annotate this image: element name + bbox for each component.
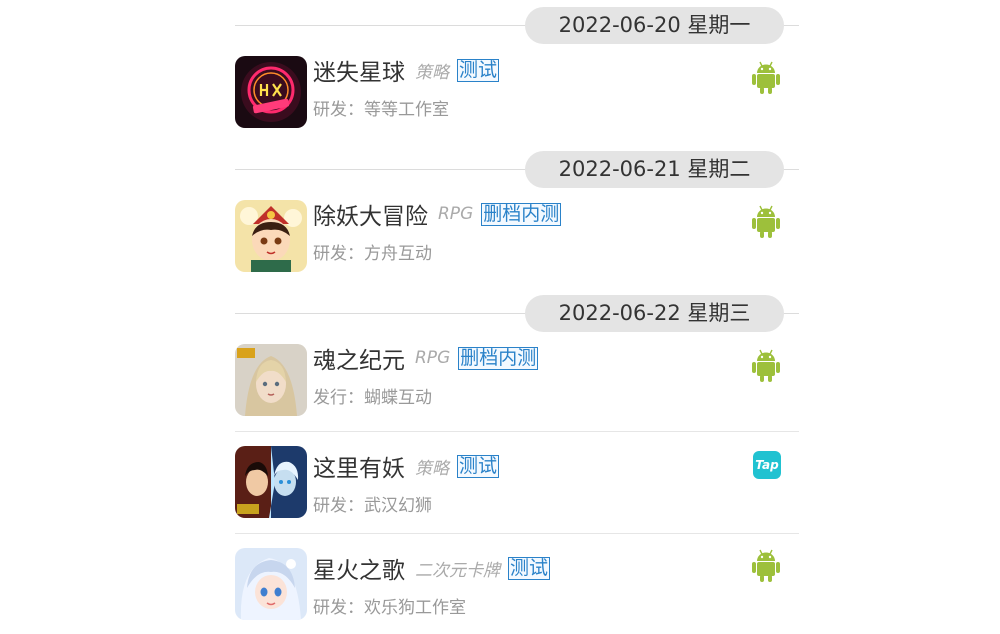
date-label: 2022-06-21 星期二 [525,151,784,188]
date-label: 2022-06-22 星期三 [525,295,784,332]
game-genre: 策略 [415,62,449,83]
game-title-row: 这里有妖 策略 测试 [313,449,500,483]
game-name[interactable]: 迷失星球 [313,53,405,87]
game-thumbnail[interactable] [235,56,307,128]
taptap-label: Tap [755,458,779,472]
game-title-row: 迷失星球 策略 测试 [313,53,500,87]
date-header: 2022-06-21 星期二 [235,149,799,193]
game-name[interactable]: 除妖大冒险 [313,197,428,231]
game-genre: RPG [438,204,474,224]
publisher-label: 发行：蝴蝶互动 [313,388,432,408]
test-status-tag: 删档内测 [458,346,539,370]
game-thumbnail[interactable] [235,548,307,620]
game-thumbnail[interactable] [235,446,307,518]
date-header: 2022-06-22 星期三 [235,293,799,337]
game-item[interactable]: 这里有妖 策略 测试 研发：武汉幻狮 Tap [235,431,799,533]
game-item[interactable]: 魂之纪元 RPG 删档内测 发行：蝴蝶互动 [235,337,799,431]
game-title-row: 魂之纪元 RPG 删档内测 [313,341,539,375]
android-icon [752,349,780,382]
developer-label: 研发：方舟互动 [313,244,432,264]
game-name[interactable]: 魂之纪元 [313,341,405,375]
developer-label: 研发：欢乐狗工作室 [313,598,466,618]
game-genre: 二次元卡牌 [415,560,500,581]
game-thumbnail[interactable] [235,200,307,272]
android-icon [752,61,780,94]
developer-label: 研发：武汉幻狮 [313,496,432,516]
test-status-tag: 测试 [457,58,500,82]
game-name[interactable]: 这里有妖 [313,449,405,483]
date-header: 2022-06-20 星期一 [235,5,799,49]
game-item[interactable]: 迷失星球 策略 测试 研发：等等工作室 [235,49,799,143]
game-genre: 策略 [415,458,449,479]
game-title-row: 除妖大冒险 RPG 删档内测 [313,197,562,231]
taptap-icon: Tap [753,451,781,479]
developer-label: 研发：等等工作室 [313,100,449,120]
test-status-tag: 测试 [508,556,551,580]
game-name[interactable]: 星火之歌 [313,551,405,585]
test-status-tag: 测试 [457,454,500,478]
game-item[interactable]: 除妖大冒险 RPG 删档内测 研发：方舟互动 [235,193,799,287]
game-release-list: 2022-06-20 星期一 迷失星球 策略 测试 研发：等等工作室 2022-… [235,0,799,620]
android-icon [752,549,780,582]
game-genre: RPG [415,348,451,368]
date-label: 2022-06-20 星期一 [525,7,784,44]
test-status-tag: 删档内测 [481,202,562,226]
android-icon [752,205,780,238]
game-title-row: 星火之歌 二次元卡牌 测试 [313,551,551,585]
game-thumbnail[interactable] [235,344,307,416]
